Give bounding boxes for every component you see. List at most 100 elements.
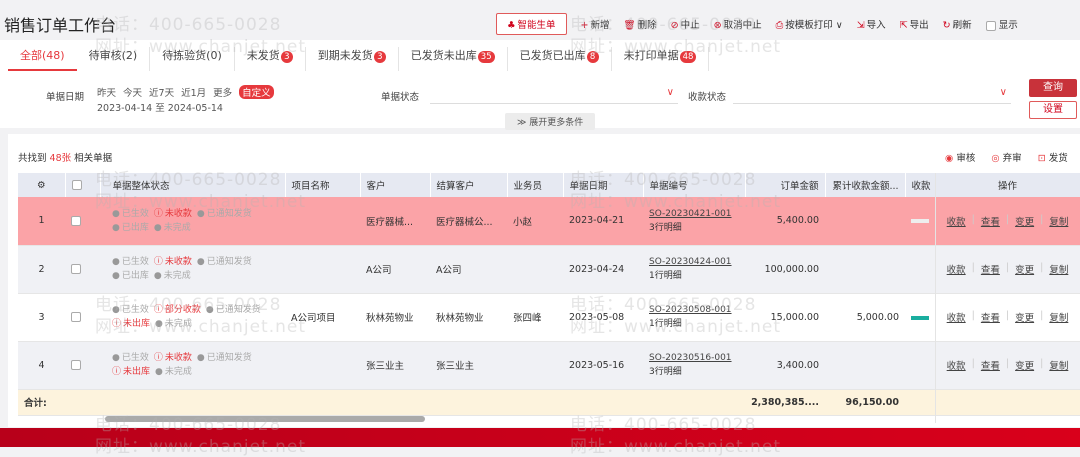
ship-icon: ⊡ [1037,153,1046,164]
op-link[interactable]: 查看 [981,358,1000,372]
footer-banner [0,428,1080,447]
add-button[interactable]: + 新增 [581,17,610,31]
date-quick-option[interactable]: 近7天 [149,85,174,99]
horizontal-scrollbar[interactable] [105,416,425,422]
column-header[interactable]: 收款 [905,173,936,197]
settle-customer-cell: A公司 [430,245,507,294]
query-button[interactable]: 查询 [1029,79,1077,97]
op-link[interactable]: 变更 [1015,214,1034,228]
date-quick-option[interactable]: 近1月 [181,85,206,99]
op-link[interactable]: 变更 [1015,262,1034,276]
checkbox[interactable] [985,20,996,31]
column-header[interactable]: 客户 [360,173,431,197]
op-link[interactable]: 复制 [1049,310,1068,324]
column-header[interactable]: 单据编号 [643,173,746,197]
column-settings-header[interactable]: ⚙ [18,173,66,197]
trash-icon: 🗑 [623,20,636,31]
column-header[interactable]: 操作 [935,173,1080,197]
operations-cell: 收款 | 查看 | 变更 | 复制 [935,245,1080,294]
smart-generate-button[interactable]: ♣ 智能生单 [496,13,567,35]
op-link[interactable]: 查看 [981,214,1000,228]
order-code-link[interactable]: SO-20230424-001 [649,255,739,269]
table-row[interactable]: 3 已生效部分收款已通知发货未出库未完成 A公司项目 秋林苑物业 秋林苑物业 张… [18,293,1080,342]
print-label: 按模板打印 [785,20,833,31]
select-all-checkbox[interactable] [71,180,82,190]
separator: | [971,358,975,369]
tab-7[interactable]: 未打印单据 48 [612,47,710,71]
column-header[interactable]: 累计收款金额... [825,173,906,197]
order-code-link[interactable]: SO-20230421-001 [649,207,739,221]
date-range: 2023-04-14 至 2024-05-14 [97,103,223,114]
salesperson-cell [507,341,563,390]
unaudit-label: 弃审 [1002,153,1022,164]
date-quick-option[interactable]: 昨天 [97,85,116,99]
order-code-link[interactable]: SO-20230516-001 [649,351,739,365]
date-quick-option[interactable]: 自定义 [239,85,274,99]
op-link[interactable]: 查看 [981,310,1000,324]
date-quick-option[interactable]: 更多 [213,85,232,99]
row-checkbox[interactable] [71,215,81,226]
ship-button[interactable]: ⊡ 发货 [1038,150,1068,164]
column-header[interactable]: 单据日期 [563,173,644,197]
import-button[interactable]: ⇲ 导入 [857,17,886,31]
op-link[interactable]: 收款 [947,214,966,228]
column-header[interactable]: 业务员 [507,173,564,197]
date-quick-option[interactable]: 今天 [123,85,142,99]
unaudit-button[interactable]: ◎ 弃审 [991,150,1021,164]
op-link[interactable]: 收款 [947,262,966,276]
table-row[interactable]: 1 已生效未收款已通知发货已出库未完成 医疗器械... 医疗器械公... 小赵 … [18,197,1080,246]
tab-5[interactable]: 已发货未出库 35 [399,47,508,71]
delete-button[interactable]: 🗑 删除 [624,17,657,31]
op-link[interactable]: 变更 [1015,310,1034,324]
op-link[interactable]: 复制 [1049,214,1068,228]
op-link[interactable]: 复制 [1049,358,1068,372]
op-link[interactable]: 查看 [981,262,1000,276]
doc-status-select[interactable]: ∨ [430,84,678,104]
project-cell [285,245,360,294]
tab-0[interactable]: 全部(48) [8,47,77,71]
table-row[interactable]: 2 已生效未收款已通知发货已出库未完成 A公司 A公司 2023-04-24 S… [18,245,1080,294]
gear-icon[interactable]: ⚙ [37,180,46,191]
tab-2[interactable]: 待拣验货(0) [150,47,235,71]
pay-status-select[interactable]: ∨ [733,84,1011,104]
settle-customer-cell: 秋林苑物业 [430,293,507,342]
settings-button[interactable]: 设置 [1029,101,1077,119]
order-code-link[interactable]: SO-20230508-001 [649,303,739,317]
op-link[interactable]: 收款 [947,310,966,324]
row-select [65,197,100,246]
stop-button[interactable]: ⊘ 中止 [671,17,700,31]
column-header[interactable]: 订单金额 [745,173,826,197]
op-link[interactable]: 复制 [1049,262,1068,276]
total-amount: 2,380,385.... [745,389,825,416]
tab-6[interactable]: 已发货已出库 8 [508,47,612,71]
cancel-stop-button[interactable]: ⊗ 取消中止 [714,17,762,31]
print-template-button[interactable]: ⎙ 按模板打印 ∨ [776,17,843,31]
tab-3[interactable]: 未发货 3 [235,47,306,71]
row-checkbox[interactable] [71,264,81,274]
audit-button[interactable]: ◉ 审核 [945,150,975,164]
settle-customer-cell: 张三业主 [430,341,507,390]
show-checkbox[interactable]: 显示 [985,17,1018,31]
status-tag: 已生效 [112,353,149,363]
op-link[interactable]: 收款 [947,358,966,372]
payment-progress-bar [911,364,929,368]
row-checkbox[interactable] [71,360,81,370]
column-header[interactable]: 项目名称 [285,173,361,197]
table-row[interactable]: 4 已生效未收款已通知发货未出库未完成 张三业主 张三业主 2023-05-16… [18,341,1080,390]
show-label: 显示 [998,20,1018,31]
export-button[interactable]: ⇱ 导出 [900,17,929,31]
column-header[interactable]: 结算客户 [430,173,508,197]
row-checkbox[interactable] [71,312,81,322]
column-header[interactable]: 单据整体状态 [100,173,286,197]
expand-conditions-button[interactable]: ≫ 展开更多条件 [505,113,596,130]
refresh-button[interactable]: ↻ 刷新 [943,17,972,31]
tab-1[interactable]: 待审核(2) [77,47,151,71]
paid-cell [825,197,905,246]
separator: | [971,262,975,273]
separator: | [1040,310,1044,321]
op-link[interactable]: 变更 [1015,358,1034,372]
tab-label: 待拣验货(0) [162,49,222,62]
separator: | [1040,262,1044,273]
tab-4[interactable]: 到期未发货 3 [306,47,399,71]
ban-icon: ⊘ [670,20,679,31]
